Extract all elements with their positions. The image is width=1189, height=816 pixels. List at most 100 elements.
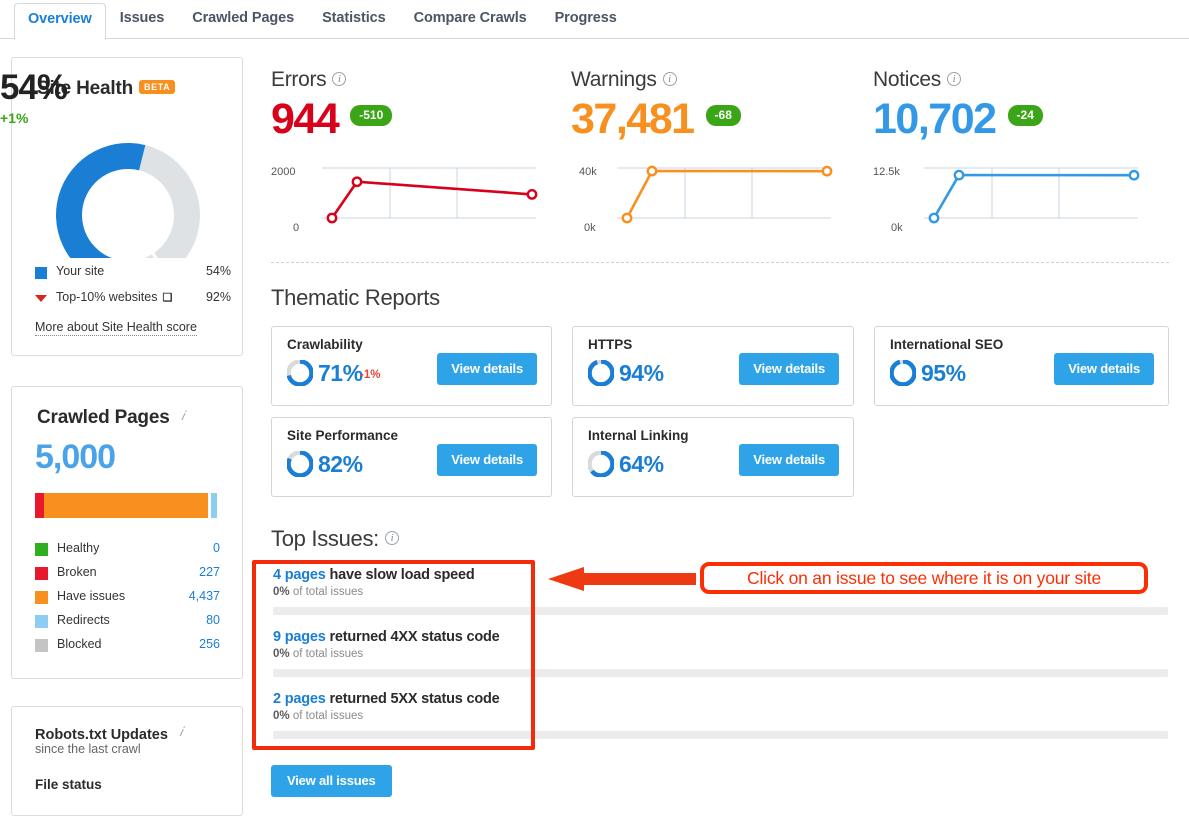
info-icon-notices[interactable]: i	[947, 72, 961, 86]
top-issue-progress-bar	[273, 607, 1168, 615]
stat-warnings-title: Warnings i	[571, 68, 851, 92]
legend-value-top10: 92%	[206, 290, 231, 304]
stat-notices-value: 10,702	[873, 94, 996, 144]
warnings-sparkline: 40k 0k	[571, 154, 851, 234]
stat-warnings-value: 37,481	[571, 94, 694, 144]
tab-overview[interactable]: Overview	[14, 3, 106, 40]
stat-errors-delta: -510	[350, 105, 392, 126]
thematic-card-internal-linking[interactable]: Internal Linking64%View details	[572, 417, 854, 497]
thematic-card-site-performance[interactable]: Site Performance 82% View details	[271, 417, 552, 497]
top-issue-sub-pct: 0%	[273, 710, 290, 722]
crawled-pages-title-text: Crawled Pages	[37, 407, 170, 428]
top-issues-heading: Top Issues:i	[271, 526, 399, 552]
top-issue-progress-bar	[273, 669, 1168, 677]
crawled-bar-segment-broken	[35, 493, 44, 518]
top-issue-sub-rest: of total issues	[293, 710, 363, 722]
top-issue-count: 9 pages	[273, 629, 326, 645]
stat-errors: Errorsi 944 -510 2000 0	[271, 68, 551, 234]
crawled-legend-label: Blocked	[57, 637, 101, 651]
thematic-card-international-seo[interactable]: International SEO95%View details	[874, 326, 1169, 406]
thematic-progress-donut	[588, 360, 614, 386]
thematic-reports-heading: Thematic Reports	[271, 285, 440, 311]
thematic-card-https[interactable]: HTTPS 94% View details	[572, 326, 854, 406]
top-issue-sub-rest: of total issues	[293, 586, 363, 598]
robots-txt-card	[11, 706, 243, 816]
thematic-card-delta: -1%	[360, 369, 380, 381]
more-about-site-health-link[interactable]: More about Site Health score	[35, 320, 197, 336]
view-details-button[interactable]: View details	[739, 444, 839, 476]
top-issue-item[interactable]: 9 pages returned 4XX status code0% of to…	[273, 629, 1168, 660]
crawled-legend-label: Broken	[57, 565, 97, 579]
thematic-card-percent: 82%	[318, 451, 363, 478]
top-issue-text: have slow load speed	[329, 567, 474, 583]
tab-issues[interactable]: Issues	[106, 0, 179, 38]
top-issue-progress-bar	[273, 731, 1168, 739]
errors-ytick-min: 0	[293, 222, 299, 234]
stat-warnings-title-text: Warnings	[571, 68, 657, 91]
notices-ytick-max: 12.5k	[873, 166, 900, 178]
tab-statistics[interactable]: Statistics	[308, 0, 399, 38]
crawled-pages-card	[11, 386, 243, 679]
crawled-legend-swatch	[35, 567, 48, 580]
warnings-sparkline-svg	[613, 154, 835, 234]
crawled-legend-value: 256	[199, 637, 220, 651]
notices-ytick-min: 0k	[891, 222, 903, 234]
thematic-card-percent: 71%	[318, 360, 363, 387]
notices-sparkline-svg	[920, 154, 1142, 234]
legend-swatch-your-site	[35, 267, 47, 279]
chevron-down-icon[interactable]: ❏	[162, 291, 172, 304]
top-issue-sub-pct: 0%	[273, 586, 290, 598]
legend-label-top10-text: Top-10% websites	[56, 290, 157, 304]
top-issue-count: 4 pages	[273, 567, 326, 583]
errors-ytick-max: 2000	[271, 166, 295, 178]
site-health-gauge-svg	[23, 110, 233, 258]
warnings-ytick-min: 0k	[584, 222, 596, 234]
top-issue-sub-rest: of total issues	[293, 648, 363, 660]
top-issue-title: 9 pages returned 4XX status code	[273, 629, 1168, 645]
tab-progress[interactable]: Progress	[541, 0, 631, 38]
info-icon-robots[interactable]: 𝑖	[174, 725, 188, 739]
annotation-arrow-icon	[548, 567, 696, 591]
top-issue-text: returned 4XX status code	[329, 629, 499, 645]
top-issue-count: 2 pages	[273, 691, 326, 707]
thematic-card-name: Internal Linking	[588, 428, 689, 443]
site-health-score: 54%	[0, 68, 210, 108]
view-details-button[interactable]: View details	[739, 353, 839, 385]
tab-crawled-pages[interactable]: Crawled Pages	[178, 0, 308, 38]
crawled-legend-swatch	[35, 591, 48, 604]
info-icon-top-issues[interactable]: i	[385, 531, 399, 545]
thematic-progress-donut	[287, 360, 313, 386]
stat-warnings: Warningsi 37,481-68 40k 0k	[571, 68, 851, 234]
annotation-callout: Click on an issue to see where it is on …	[700, 562, 1148, 594]
crawled-legend-label: Have issues	[57, 589, 125, 603]
info-icon-errors[interactable]: i	[332, 72, 346, 86]
robots-txt-title: Robots.txt Updates𝑖	[35, 725, 188, 743]
errors-sparkline: 2000 0	[271, 154, 551, 234]
thematic-card-name: HTTPS	[588, 337, 632, 352]
view-all-issues-button[interactable]: View all issues	[271, 765, 392, 797]
tab-compare-crawls[interactable]: Compare Crawls	[400, 0, 541, 38]
top-issue-item[interactable]: 2 pages returned 5XX status code 0% of to…	[273, 691, 1168, 722]
stat-errors-title-text: Errors	[271, 68, 326, 91]
info-icon-warnings[interactable]: i	[663, 72, 677, 86]
view-details-button[interactable]: View details	[437, 444, 537, 476]
thematic-card-percent: 94%	[619, 360, 664, 387]
stat-errors-value: 944	[271, 94, 338, 144]
thematic-card-crawlability[interactable]: Crawlability 71%-1% View details	[271, 326, 552, 406]
thematic-progress-donut	[287, 451, 313, 477]
view-details-button[interactable]: View details	[1054, 353, 1154, 385]
crawled-legend-value: 0	[213, 541, 220, 555]
top-issue-title: 2 pages returned 5XX status code	[273, 691, 1168, 707]
legend-label-your-site: Your site	[56, 264, 104, 278]
thematic-card-name: Site Performance	[287, 428, 398, 443]
crawled-pages-stacked-bar	[35, 493, 220, 518]
thematic-progress-donut	[588, 451, 614, 477]
info-icon-crawled-pages[interactable]: 𝑖	[176, 409, 190, 423]
stat-errors-title: Errorsi	[271, 68, 551, 92]
notices-sparkline: 12.5k 0k	[873, 154, 1153, 234]
legend-label-top10: Top-10% websites ❏	[56, 290, 172, 304]
errors-sparkline-svg	[318, 154, 540, 234]
thematic-card-name: Crawlability	[287, 337, 363, 352]
view-details-button[interactable]: View details	[437, 353, 537, 385]
crawled-legend-value: 4,437	[189, 589, 220, 603]
